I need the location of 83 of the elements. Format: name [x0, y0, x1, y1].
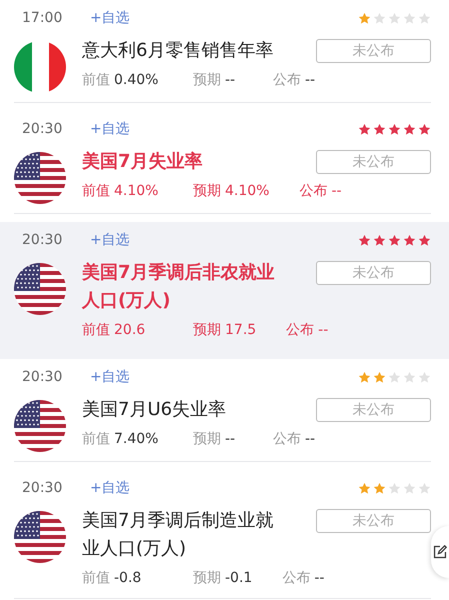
status-button[interactable]: 未公布	[316, 261, 431, 285]
stat-value: 20.6	[114, 322, 146, 338]
stat-value: --	[305, 431, 316, 447]
stat-value: -0.8	[114, 570, 142, 586]
star-icon	[388, 371, 401, 384]
star-icon	[358, 123, 371, 136]
stat-value: --	[314, 570, 324, 586]
status-button[interactable]: 未公布	[316, 150, 431, 174]
stat-label: 公布	[286, 322, 314, 338]
stat-label: 预期	[193, 570, 221, 586]
stat-label: 前值	[82, 322, 110, 338]
stat-label: 公布	[299, 183, 328, 199]
star-icon	[373, 234, 386, 247]
stat-label: 前值	[82, 72, 110, 88]
stat-label: 前值	[82, 431, 110, 447]
stat-label: 预期	[193, 183, 221, 199]
edit-icon	[433, 545, 447, 559]
star-icon	[388, 482, 401, 495]
add-watchlist-link[interactable]: +自选	[90, 230, 130, 251]
star-icon	[358, 482, 371, 495]
status-button[interactable]: 未公布	[316, 398, 431, 422]
star-icon	[403, 12, 416, 25]
star-icon	[373, 12, 386, 25]
stat-label: 公布	[273, 431, 301, 447]
stat-label: 公布	[282, 570, 310, 586]
event-title: 美国7月失业率	[82, 150, 204, 174]
star-icon	[358, 371, 371, 384]
star-icon	[418, 234, 431, 247]
star-icon	[373, 123, 386, 136]
italy-flag-icon	[14, 41, 66, 93]
usa-flag-icon	[14, 152, 66, 204]
star-icon	[418, 12, 431, 25]
star-icon	[418, 482, 431, 495]
stat-label: 预期	[193, 322, 221, 338]
star-icon	[403, 371, 416, 384]
usa-flag-icon	[14, 263, 66, 315]
status-button[interactable]: 未公布	[316, 509, 431, 533]
event-title: 美国7月U6失业率	[82, 398, 228, 422]
star-icon	[418, 371, 431, 384]
stat-value: -0.1	[225, 570, 252, 586]
star-icon	[418, 123, 431, 136]
stat-label: 预期	[193, 72, 221, 88]
stat-value: --	[305, 72, 316, 88]
stat-value: 4.10%	[225, 183, 270, 199]
event-time: 20:30	[22, 120, 64, 139]
star-icon	[358, 234, 371, 247]
stat-value: --	[318, 322, 328, 338]
star-icon	[388, 12, 401, 25]
stat-value: 17.5	[225, 322, 256, 338]
event-title: 美国7月季调后制造业就业人口(万人)	[82, 509, 274, 561]
event-time: 17:00	[22, 9, 64, 28]
usa-flag-icon	[14, 511, 66, 563]
star-icon	[403, 123, 416, 136]
star-icon	[358, 12, 371, 25]
add-watchlist-link[interactable]: +自选	[90, 478, 130, 499]
star-icon	[403, 482, 416, 495]
event-row[interactable]: 20:30 +自选 美国7月季调后非农就业人口(万人) 未公布 前值 20.6 预期 17.5 公布 --	[0, 222, 449, 359]
usa-flag-icon	[14, 400, 66, 452]
stat-label: 预期	[193, 431, 221, 447]
star-icon	[373, 482, 386, 495]
stat-label: 公布	[273, 72, 301, 88]
edit-button[interactable]	[431, 526, 449, 578]
event-time: 20:30	[22, 231, 64, 250]
stat-value: 4.10%	[114, 183, 158, 199]
event-title: 意大利6月零售销售年率	[82, 39, 274, 63]
star-icon	[388, 234, 401, 247]
stat-label: 前值	[82, 183, 110, 199]
star-icon	[403, 234, 416, 247]
add-watchlist-link[interactable]: +自选	[90, 8, 130, 29]
event-title: 美国7月季调后非农就业人口(万人)	[82, 261, 276, 313]
event-time: 20:30	[22, 479, 64, 498]
add-watchlist-link[interactable]: +自选	[90, 367, 130, 388]
stat-value: 7.40%	[114, 431, 158, 447]
stat-value: --	[331, 183, 342, 199]
status-button[interactable]: 未公布	[316, 39, 431, 63]
star-icon	[388, 123, 401, 136]
stat-label: 前值	[82, 570, 110, 586]
event-time: 20:30	[22, 368, 64, 387]
stat-value: --	[225, 72, 236, 88]
stat-value: 0.40%	[114, 72, 158, 88]
star-icon	[373, 371, 386, 384]
add-watchlist-link[interactable]: +自选	[90, 119, 130, 140]
stat-value: --	[225, 431, 236, 447]
